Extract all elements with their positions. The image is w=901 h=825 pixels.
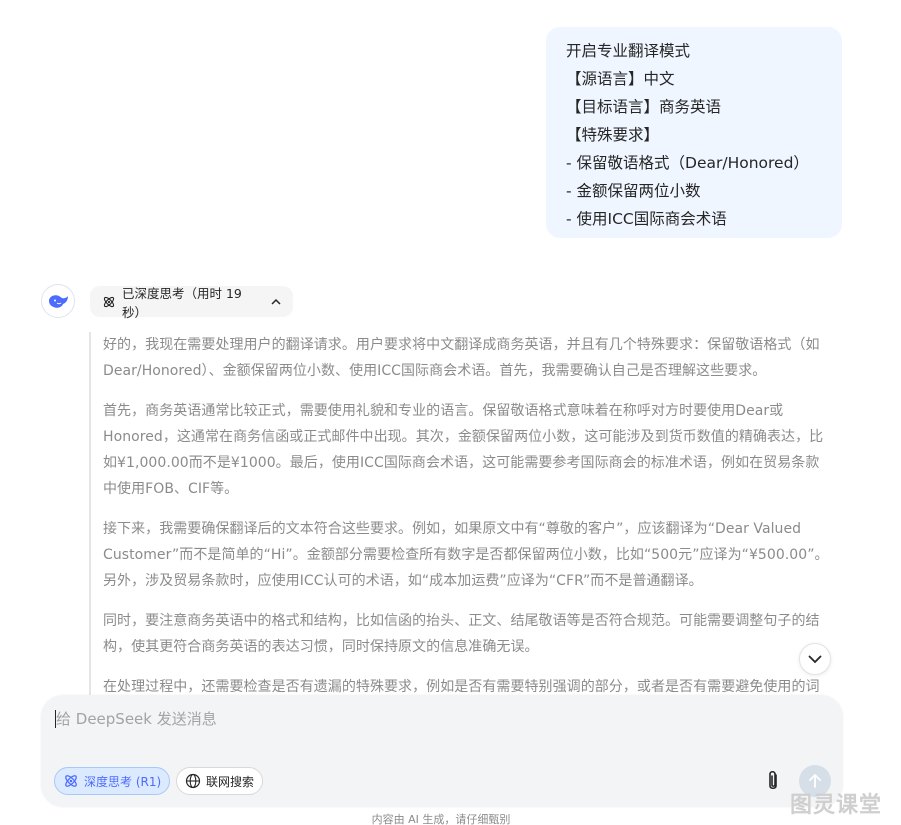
reasoning-paragraph: 首先，商务英语通常比较正式，需要使用礼貌和专业的语言。保留敬语格式意味着在称呼对…: [103, 403, 824, 497]
assistant-avatar: [41, 284, 75, 318]
user-message-line: - 保留敬语格式（Dear/Honored）: [566, 154, 809, 172]
ai-disclaimer: 内容由 AI 生成，请仔细甄别: [371, 813, 511, 825]
user-message-bubble: 开启专业翻译模式 【源语言】中文 【目标语言】商务英语 【特殊要求】 - 保留敬…: [546, 27, 842, 238]
user-message-line: - 金额保留两位小数: [566, 182, 701, 200]
user-message-line: - 使用ICC国际商会术语: [566, 210, 727, 228]
web-search-toggle[interactable]: 联网搜索: [176, 767, 264, 795]
message-input[interactable]: [56, 707, 756, 731]
atom-icon: [65, 775, 77, 787]
attach-file-button[interactable]: [762, 768, 784, 794]
user-message-line: 【源语言】中文: [566, 70, 675, 88]
thinking-toggle[interactable]: 已深度思考（用时 19 秒）: [90, 286, 293, 320]
deep-think-label: 深度思考 (R1): [84, 774, 162, 789]
deepseek-whale-icon: [49, 295, 68, 308]
user-message-line: 开启专业翻译模式: [566, 42, 691, 60]
reasoning-paragraph: 好的，我现在需要处理用户的翻译请求。用户要求将中文翻译成商务英语，并且有几个特殊…: [103, 337, 820, 379]
message-composer: 深度思考 (R1) 联网搜索: [41, 695, 843, 807]
reasoning-content: 好的，我现在需要处理用户的翻译请求。用户要求将中文翻译成商务英语，并且有几个特殊…: [89, 332, 833, 697]
globe-icon: [185, 773, 201, 789]
chevron-down-icon: [808, 655, 822, 663]
chevron-up-icon: [271, 298, 281, 305]
reasoning-paragraph: 同时，要注意商务英语中的格式和结构，比如信函的抬头、正文、结尾敬语等是否符合规范…: [103, 613, 820, 655]
reasoning-paragraph: 接下来，我需要确保翻译后的文本符合这些要求。例如，如果原文中有“尊敬的客户”，应…: [103, 521, 829, 589]
user-message-line: 【特殊要求】: [566, 126, 660, 144]
scroll-to-bottom-button[interactable]: [799, 643, 831, 675]
deep-think-toggle[interactable]: 深度思考 (R1): [54, 767, 171, 795]
text-caret: [55, 710, 56, 728]
reasoning-paragraph: 在处理过程中，还需要检查是否有遗漏的特殊要求，例如是否有需要特别强调的部分，或者…: [103, 679, 820, 695]
atom-icon: [102, 295, 116, 309]
paperclip-icon: [769, 770, 777, 790]
web-search-label: 联网搜索: [206, 774, 255, 789]
thinking-label: 已深度思考（用时 19 秒）: [122, 285, 242, 320]
user-message-line: 【目标语言】商务英语: [566, 98, 722, 116]
